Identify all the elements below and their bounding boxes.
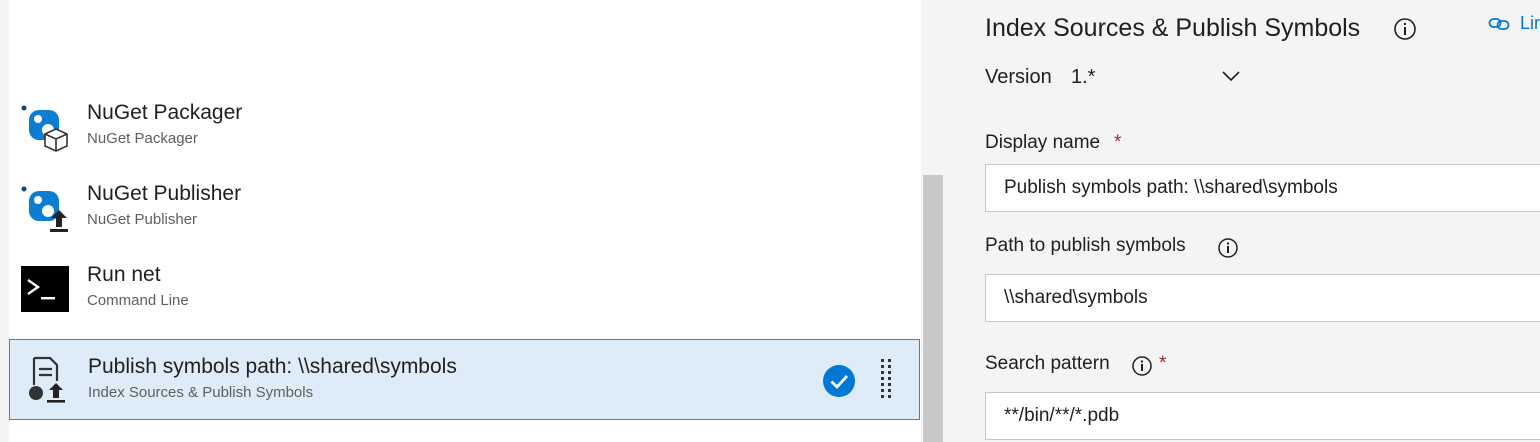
display-name-label: Display name: [985, 132, 1101, 153]
task-title: NuGet Packager: [87, 101, 243, 124]
version-label: Version: [985, 66, 1052, 88]
vertical-scrollbar[interactable]: [921, 0, 947, 442]
task-list-panel: NuGet Packager NuGet Packager NuGet Publ…: [0, 0, 921, 442]
display-name-input[interactable]: [985, 164, 1540, 212]
nuget-packager-icon: [19, 102, 71, 152]
info-icon[interactable]: [1217, 237, 1239, 259]
link-icon[interactable]: [1488, 13, 1510, 35]
task-row-nuget-packager[interactable]: NuGet Packager NuGet Packager: [9, 86, 920, 167]
task-details-panel: Index Sources & Publish Symbols Lir Vers…: [947, 0, 1540, 442]
task-row-nuget-publisher[interactable]: NuGet Publisher NuGet Publisher: [9, 167, 920, 248]
drag-handle-icon[interactable]: [878, 357, 894, 405]
task-title: NuGet Publisher: [87, 182, 242, 205]
details-title: Index Sources & Publish Symbols: [985, 14, 1361, 42]
command-line-icon: [19, 264, 71, 314]
search-pattern-label: Search pattern: [985, 353, 1110, 374]
publish-symbols-icon: [20, 355, 72, 405]
task-subtitle: Command Line: [87, 292, 189, 309]
checkmark-icon: [822, 364, 856, 398]
search-pattern-input[interactable]: [985, 392, 1540, 440]
link-settings-link[interactable]: Lir: [1520, 13, 1540, 34]
symbols-path-label: Path to publish symbols: [985, 235, 1186, 256]
task-row-run-net[interactable]: Run net Command Line: [9, 248, 920, 329]
version-dropdown[interactable]: 1.*: [1071, 66, 1095, 89]
task-subtitle: NuGet Publisher: [87, 211, 198, 228]
chevron-down-icon[interactable]: [1221, 66, 1241, 86]
task-title: Run net: [87, 263, 161, 286]
task-subtitle: Index Sources & Publish Symbols: [88, 384, 314, 401]
task-row-publish-symbols[interactable]: Publish symbols path: \\shared\symbols I…: [9, 339, 920, 420]
required-marker: *: [1114, 132, 1122, 153]
left-gutter: [0, 0, 9, 442]
info-icon[interactable]: [1131, 355, 1153, 377]
required-marker: *: [1159, 353, 1167, 374]
task-subtitle: NuGet Packager: [87, 130, 198, 147]
task-title: Publish symbols path: \\shared\symbols: [88, 355, 457, 378]
scrollbar-thumb[interactable]: [923, 175, 943, 442]
symbols-path-input[interactable]: [985, 274, 1540, 322]
info-icon[interactable]: [1393, 17, 1417, 41]
nuget-publisher-icon: [19, 183, 71, 233]
